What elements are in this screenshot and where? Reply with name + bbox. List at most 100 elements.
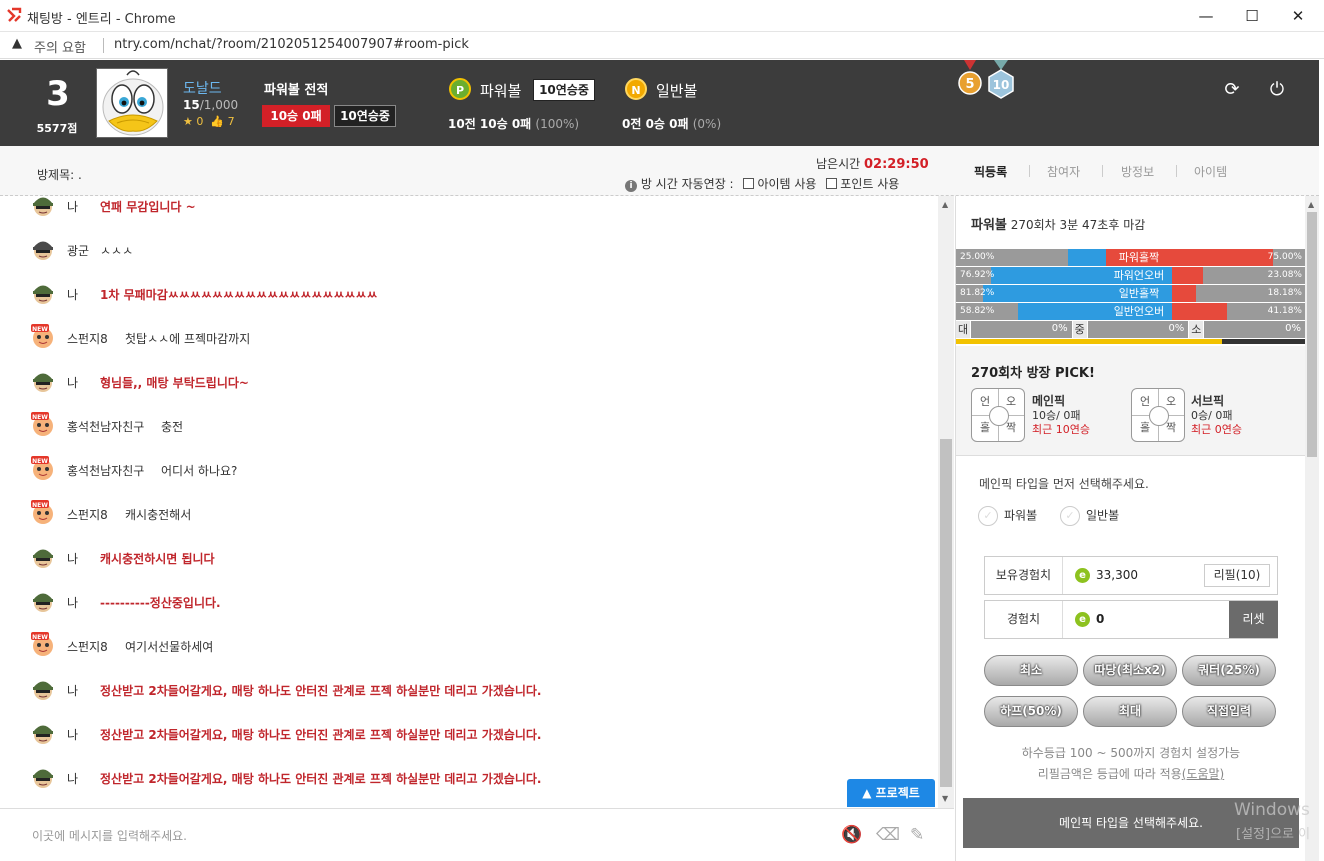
warning-icon[interactable]: ▲ (12, 36, 22, 51)
scroll-up-icon[interactable]: ▲ (1308, 200, 1314, 209)
chat-sender[interactable]: 광군 (67, 242, 89, 259)
size-pct: 0% (1285, 323, 1301, 334)
chat-sender[interactable]: 나 (67, 374, 78, 391)
time-progress-bar (956, 339, 1305, 344)
svg-text:NEW: NEW (32, 634, 48, 641)
security-warning[interactable]: 주의 요함 (34, 37, 86, 56)
address-bar[interactable]: ▲ 주의 요함 ntry.com/nchat/?room/21020512540… (0, 32, 1324, 59)
help-link[interactable]: (도움말) (1182, 767, 1224, 781)
max-button[interactable]: 최대 (1083, 696, 1177, 727)
new-user-avatar-icon[interactable]: NEW (30, 455, 56, 481)
exp-input[interactable]: 0 (1096, 612, 1104, 626)
chat-text: 첫탑ㅅㅅ에 프젝마감까지 (125, 332, 251, 346)
tab-pick[interactable]: 픽등록 (974, 163, 1007, 180)
main-pick-info: 메인픽 10승/ 0패 최근 10연승 (1032, 394, 1090, 437)
exp-input-box[interactable]: 경험치 e 0 리셋 (984, 600, 1278, 639)
half-button[interactable]: 하프(50%) (984, 696, 1078, 727)
stat-row: 76.92% 파워언오버 23.08% (956, 267, 1305, 284)
chat-scrollbar[interactable]: ▲ ▼ (938, 196, 954, 808)
soldier-avatar-icon[interactable] (30, 675, 56, 701)
new-user-avatar-icon[interactable]: NEW (30, 631, 56, 657)
chat-sender[interactable]: 나 (67, 198, 78, 215)
normalball-pct: (0%) (692, 117, 722, 131)
soldier-avatar-icon[interactable] (30, 587, 56, 613)
remaining-time: 남은시간 02:29:50 (816, 155, 929, 172)
soldier-avatar-icon[interactable] (30, 196, 56, 217)
type-normalball-option[interactable]: ✓ 일반볼 (1060, 506, 1119, 526)
chat-message: NEW 홍석천남자친구 어디서 하나요? (30, 455, 930, 485)
tab-items[interactable]: 아이템 (1194, 163, 1227, 180)
chat-sender[interactable]: 나 (67, 770, 78, 787)
size-label: 소 (1189, 321, 1204, 338)
eraser-icon[interactable]: ⌫ (876, 825, 900, 845)
point-use-label[interactable]: 포인트 사용 (840, 177, 899, 191)
project-button[interactable]: ▲ 프로젝트 (847, 779, 935, 807)
type-powerball-option[interactable]: ✓ 파워볼 (978, 506, 1037, 526)
tab-participants[interactable]: 참여자 (1047, 163, 1080, 180)
power-icon[interactable]: ⏻ (1265, 78, 1289, 102)
maximize-button[interactable]: ☐ (1229, 0, 1275, 32)
minimize-button[interactable]: — (1183, 0, 1229, 32)
type-powerball-label[interactable]: 파워볼 (1004, 509, 1037, 523)
svg-text:NEW: NEW (32, 326, 48, 333)
panel-scroll-thumb[interactable] (1307, 212, 1317, 457)
chat-sender[interactable]: 나 (67, 286, 78, 303)
exp-current: 15 (183, 98, 200, 112)
check-icon[interactable]: ✓ (1060, 506, 1080, 526)
quarter-button[interactable]: 쿼터(25%) (1182, 655, 1276, 686)
main-pick-grid: 언 오 홀 짝 (971, 388, 1025, 442)
mute-icon[interactable]: 🔇 (841, 825, 862, 845)
refresh-icon[interactable]: ⟳ (1220, 78, 1244, 102)
soldier-avatar-icon[interactable] (30, 763, 56, 789)
chat-sender[interactable]: 스펀지8 (67, 506, 108, 523)
scroll-down-icon[interactable]: ▼ (942, 794, 948, 803)
min-button[interactable]: 최소 (984, 655, 1078, 686)
panel-scrollbar[interactable]: ▲ (1305, 196, 1319, 861)
chat-text: 정산받고 2차들어갈게요, 매탕 하나도 안터진 관계로 프젝 하실분만 데리고… (100, 684, 542, 698)
tab-room-info[interactable]: 방정보 (1121, 163, 1154, 180)
close-button[interactable]: ✕ (1275, 0, 1321, 32)
chat-message: 나 정산받고 2차들어갈게요, 매탕 하나도 안터진 관계로 프젝 하실분만 데리… (30, 763, 930, 793)
stat-row: 25.00% 파워홀짝 75.00% (956, 249, 1305, 266)
soldier-avatar-icon[interactable] (30, 367, 56, 393)
chat-sender[interactable]: 나 (67, 726, 78, 743)
soldier-avatar-icon[interactable] (30, 279, 56, 305)
remain-label: 남은시간 (816, 157, 861, 171)
url-text[interactable]: ntry.com/nchat/?room/2102051254007907#ro… (114, 37, 469, 52)
soldier-avatar-icon[interactable] (30, 719, 56, 745)
tab-divider (1029, 165, 1030, 177)
item-use-checkbox[interactable] (743, 178, 755, 189)
new-user-avatar-icon[interactable]: NEW (30, 411, 56, 437)
new-user-avatar-icon[interactable]: NEW (30, 499, 56, 525)
type-normalball-label[interactable]: 일반볼 (1086, 509, 1119, 523)
chat-sender[interactable]: 홍석천남자친구 (67, 418, 144, 435)
chat-message: 나 정산받고 2차들어갈게요, 매탕 하나도 안터진 관계로 프젝 하실분만 데리… (30, 675, 930, 705)
svg-text:NEW: NEW (32, 414, 48, 421)
scroll-up-icon[interactable]: ▲ (942, 200, 948, 209)
check-icon[interactable]: ✓ (978, 506, 998, 526)
nickname[interactable]: 도날드 (183, 78, 222, 98)
chat-sender[interactable]: 홍석천남자친구 (67, 462, 144, 479)
chat-sender[interactable]: 나 (67, 550, 78, 567)
soldier-avatar-icon[interactable] (30, 543, 56, 569)
chat-log[interactable]: 나 연패 무감입니다 ~ 광군 ㅅㅅㅅ 나 1차 무패마감ㅆㅆㅆㅆㅆㅆㅆㅆㅆㅆㅆㅆㅆㅆㅆㅆ… (0, 196, 938, 808)
chat-scroll-thumb[interactable] (940, 439, 952, 787)
direct-input-button[interactable]: 직접입력 (1182, 696, 1276, 727)
chat-sender[interactable]: 나 (67, 594, 78, 611)
refill-button[interactable]: 리필(10) (1204, 564, 1270, 587)
item-use-label[interactable]: 아이템 사용 (757, 177, 816, 191)
avatar[interactable] (96, 68, 168, 138)
info-icon[interactable]: i (625, 180, 637, 192)
soldier-avatar-icon[interactable] (30, 235, 56, 261)
chat-input-bar[interactable]: 이곳에 메시지를 입력해주세요. 🔇 ⌫ ✎ (0, 808, 954, 861)
chat-sender[interactable]: 스펀지8 (67, 330, 108, 347)
point-use-checkbox[interactable] (826, 178, 838, 189)
magic-wand-icon[interactable]: ✎ (910, 825, 924, 845)
reset-button[interactable]: 리셋 (1229, 601, 1278, 638)
chat-input[interactable]: 이곳에 메시지를 입력해주세요. (32, 827, 187, 844)
chat-sender[interactable]: 스펀지8 (67, 638, 108, 655)
app-logo-icon (6, 7, 22, 23)
chat-sender[interactable]: 나 (67, 682, 78, 699)
double-min-button[interactable]: 따당(최소x2) (1083, 655, 1177, 686)
new-user-avatar-icon[interactable]: NEW (30, 323, 56, 349)
